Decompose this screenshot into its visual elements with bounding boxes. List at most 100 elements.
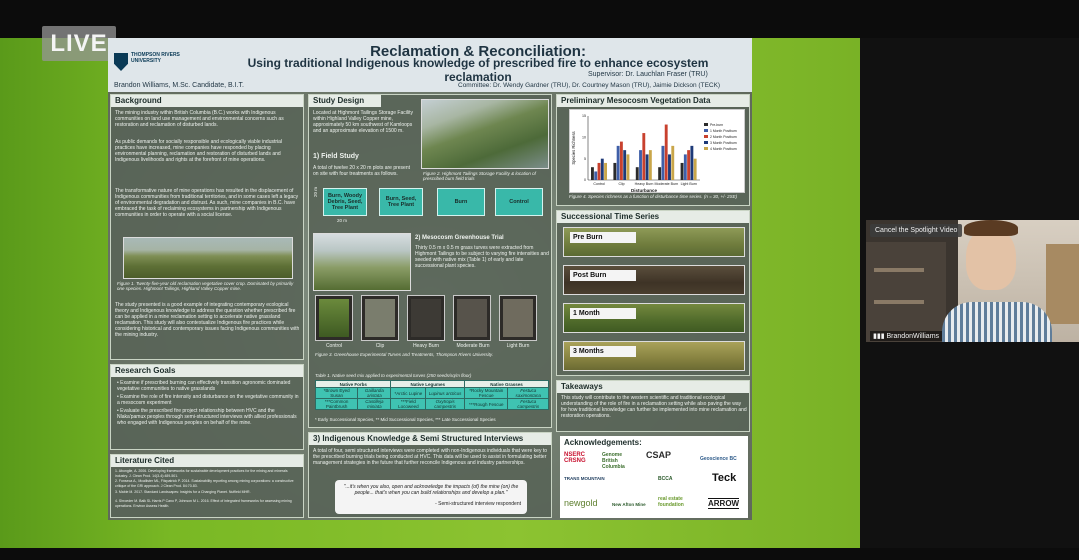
x-tick-label: Control [593, 182, 605, 186]
background-p3: The transformative nature of mine operat… [115, 188, 299, 218]
tru-shield-icon [114, 53, 128, 71]
goals-list: Examine if prescribed burning can effect… [117, 380, 301, 426]
tray-label: Control [325, 343, 343, 349]
table-cell: Castilleja miniata [357, 398, 392, 410]
site-description: Located at Highmont Tailings Storage Fac… [313, 110, 413, 134]
tailings-facility-photo [421, 99, 549, 169]
spotlight-video-tile[interactable] [866, 220, 1079, 342]
legend-swatch [704, 123, 708, 126]
table-note: * Early Successional Species, ** Mid Suc… [315, 417, 496, 422]
screen-share-stage: LIVE THOMPSON RIVERS UNIVERSITY Reclamat… [0, 0, 1079, 560]
literature-title: Literature Cited [111, 455, 303, 467]
signal-bars-icon: ▮▮▮ [873, 333, 887, 340]
tray-control [315, 295, 353, 341]
succession-title: Successional Time Series [557, 211, 749, 223]
chart-bar [658, 167, 662, 180]
chart-bar [591, 167, 594, 180]
chart-bar [664, 124, 668, 180]
mesocosm-chart-title: Preliminary Mesocosm Vegetation Data [557, 95, 749, 107]
chart-bar [604, 162, 607, 180]
poster-header: THOMPSON RIVERS UNIVERSITY Reclamation &… [108, 38, 752, 92]
sponsor-geoscience-bc: Geoscience BC [700, 456, 737, 462]
treatment-box: Burn, Woody Debris, Seed, Tree Plant [323, 188, 367, 216]
legend-swatch [704, 129, 708, 132]
background-p2: As public demands for socially responsib… [115, 139, 283, 163]
interviews-text: A total of four, semi structured intervi… [313, 448, 548, 466]
acknowledgements-panel: Acknowledgements: NSERC CRSNG Genome Bri… [560, 436, 748, 518]
chart-bar [613, 162, 617, 180]
chart-bar [661, 145, 665, 180]
interviews-title: 3) Indigenous Knowledge & Semi Structure… [309, 433, 551, 445]
table-cell: *Brown Eyed Susan [314, 387, 359, 399]
chart-bar [600, 158, 604, 180]
study-design-panel: Study Design Located at Highmont Tailing… [308, 94, 552, 428]
stage-pre-burn: Pre Burn [563, 227, 745, 257]
seed-mix-table: Native Forbs Native Legumes Native Grass… [314, 380, 549, 410]
field-study-heading: 1) Field Study [313, 153, 359, 160]
tray-moderate-burn [453, 295, 491, 341]
table-cell: ***Rough Fescue [464, 398, 509, 410]
stage-1-month: 1 Month [563, 303, 745, 333]
background-p4: The study presented is a good example of… [115, 302, 300, 338]
figure3-caption: Figure 3. Greenhouse Experimental Turves… [315, 352, 494, 357]
research-goals-panel: Research Goals Examine if prescribed bur… [110, 364, 304, 450]
takeaways-title: Takeaways [557, 381, 749, 393]
table-cell: *Rocky Mountain Fescue [464, 387, 509, 399]
mesocosm-heading: 2) Mesocosm Greenhouse Trial [415, 235, 504, 241]
table-row: ***Common Paintbrush Castilleja miniata … [314, 398, 549, 410]
background-p1: The mining industry within British Colum… [115, 110, 284, 128]
chart-bar [671, 145, 675, 180]
legend-label: Pre-burn [710, 123, 723, 127]
takeaways-panel: Takeaways This study will contribute to … [556, 380, 750, 432]
literature-item: 2. Fonseca A., Mcallister ML, Fitzpatric… [115, 479, 294, 488]
y-tick-label: 0 [584, 178, 586, 182]
chart-bar [626, 154, 630, 180]
sponsor-newgold: newgold [564, 498, 598, 508]
table-cell: Festuca campestris [507, 398, 549, 410]
sponsor-arrow: ARROW [708, 498, 740, 509]
tru-logo: THOMPSON RIVERS UNIVERSITY [114, 52, 184, 74]
table-cell: Gaillardia aristata [357, 387, 392, 399]
legend-label: 3 Month Postburn [710, 141, 737, 145]
stage-label: Post Burn [570, 270, 636, 281]
top-bar [0, 0, 1079, 38]
chart-bar [693, 158, 697, 180]
y-tick-label: 15 [582, 114, 586, 118]
sponsor-trans-mountain: TRANS MOUNTAIN [564, 476, 605, 481]
literature-item: 3. Mabie M. 2017. Standard Landscapes: I… [115, 490, 251, 494]
plot-dimension-horizontal: 20 m [337, 218, 348, 223]
chart-bar [642, 133, 646, 180]
x-tick-label: Light Burn [681, 182, 697, 186]
y-tick-label: 10 [582, 136, 586, 140]
chart-frame: Control Clip Heavy Burn Moderate Burn Light … [569, 109, 745, 193]
participant-name: BrandonWilliams [886, 333, 940, 340]
acknowledgements-title: Acknowledgements: [564, 438, 642, 447]
bottom-bar [0, 548, 1079, 560]
literature-item: 1. Abongile, A. 2006. Developing framewo… [115, 469, 288, 478]
figure2-caption: Figure 2. Highmont Tailings Storage Faci… [423, 171, 536, 181]
background-title: Background [111, 95, 303, 107]
quote-attribution: - Semi-structured interview respondent [435, 501, 521, 507]
chart-bar [690, 145, 694, 180]
tray-label: Clip [375, 343, 385, 349]
legend-swatch [704, 135, 708, 138]
presenter-hair [964, 220, 1018, 236]
treatment-box: Burn, Seed, Tree Plant [379, 188, 423, 216]
tray-heavy-burn [407, 295, 445, 341]
cancel-spotlight-button[interactable]: Cancel the Spotlight Video [870, 224, 963, 237]
table-cell: ***Common Paintbrush [314, 398, 359, 410]
table-cell: Festuca saximontana [507, 387, 549, 399]
x-axis-label: Disturbance [631, 188, 658, 193]
figure1-caption: Figure 1. Twenty-five-year old reclamati… [117, 281, 294, 291]
literature-item: 4. Shroeder M. Balk SL Harris P Cano P, … [115, 499, 292, 508]
table-header: Native Forbs [314, 380, 392, 388]
sponsor-csap: CSAP [646, 450, 672, 460]
chart-bar [616, 145, 620, 180]
stage-post-burn: Post Burn [563, 265, 745, 295]
supervisor-line: Supervisor: Dr. Lauchlan Fraser (TRU) [588, 71, 708, 78]
goals-title: Research Goals [111, 365, 303, 377]
succession-panel: Successional Time Series Pre Burn Post B… [556, 210, 750, 376]
stage-label: 1 Month [570, 308, 636, 319]
plot-dimension-vertical: 20 m [313, 186, 318, 197]
chart-bar [680, 162, 684, 180]
